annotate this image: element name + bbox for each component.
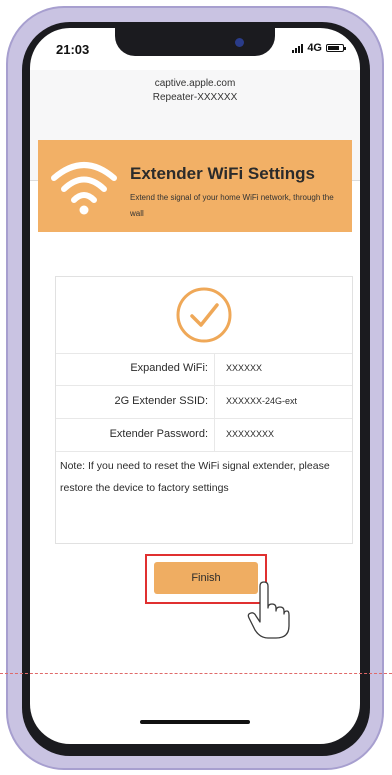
row-value: XXXXXX: [226, 363, 263, 373]
battery-icon: [326, 44, 346, 52]
finish-button[interactable]: Finish: [154, 562, 258, 594]
status-indicators: 4G: [292, 42, 346, 54]
phone-screen: 21:03 4G captive.apple.com Repeater-XXXX…: [30, 28, 360, 744]
banner-title: Extender WiFi Settings: [130, 164, 315, 183]
row-label: Expanded WiFi:: [130, 362, 208, 374]
row-label: Extender Password:: [109, 428, 208, 440]
info-row-extender-password: Extender Password: XXXXXXXX: [56, 419, 352, 452]
camera-icon: [235, 38, 244, 47]
network-subtitle: Repeater-XXXXXX: [152, 92, 238, 103]
dashed-divider: [0, 673, 392, 674]
success-section: [56, 277, 352, 354]
settings-card: Expanded WiFi: XXXXXX 2G Extender SSID: …: [55, 276, 353, 544]
home-indicator: [140, 720, 250, 724]
wifi-icon: [51, 162, 117, 215]
reset-note: Note: If you need to reset the WiFi sign…: [60, 460, 330, 494]
row-label: 2G Extender SSID:: [114, 395, 208, 407]
network-type: 4G: [307, 42, 322, 54]
row-value: XXXXXXXX: [226, 429, 275, 439]
url-text: captive.apple.com: [154, 78, 236, 89]
banner-subtitle: Extend the signal of your home WiFi netw…: [130, 193, 334, 218]
settings-banner: Extender WiFi Settings Extend the signal…: [38, 140, 352, 232]
status-time: 21:03: [56, 42, 90, 57]
notch: [115, 28, 275, 56]
row-value: XXXXXX-24G-ext: [226, 396, 298, 406]
info-row-extender-ssid: 2G Extender SSID: XXXXXX-24G-ext: [56, 386, 352, 419]
info-row-expanded-wifi: Expanded WiFi: XXXXXX: [56, 353, 352, 386]
signal-icon: [292, 43, 304, 53]
checkmark-circle-icon: [176, 287, 232, 343]
finish-label: Finish: [191, 572, 221, 584]
pointing-hand-icon: [247, 581, 290, 639]
